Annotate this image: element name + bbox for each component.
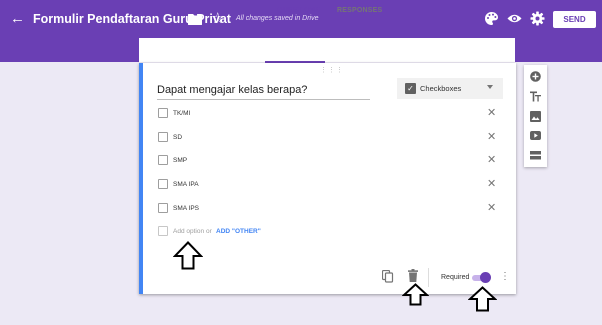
required-label: Required	[441, 274, 470, 281]
option-label-sd[interactable]: SD	[173, 134, 182, 141]
option-checkbox	[158, 155, 168, 165]
drag-handle-icon[interactable]: ⋮⋮⋮	[320, 66, 344, 74]
title-text-icon[interactable]	[530, 91, 541, 102]
option-label-smp[interactable]: SMP	[173, 157, 187, 164]
tabs-bar	[139, 38, 515, 62]
option-checkbox	[158, 108, 168, 118]
arrow-left-icon[interactable]: ←	[10, 11, 26, 27]
option-checkbox	[158, 179, 168, 189]
add-option-link[interactable]: Add option	[173, 228, 204, 235]
star-icon[interactable]: ☆	[211, 9, 224, 27]
folder-icon[interactable]	[188, 13, 202, 25]
option-label-sma-ipa[interactable]: SMA IPA	[173, 181, 199, 188]
required-toggle-thumb[interactable]	[480, 272, 491, 283]
question-type-label: Checkboxes	[420, 84, 462, 93]
option-checkbox	[158, 132, 168, 142]
question-title-input[interactable]: Dapat mengajar kelas berapa?	[157, 84, 370, 100]
arrow-up-icon	[402, 283, 429, 306]
add-option-checkbox	[158, 226, 168, 236]
save-status: All changes saved in Drive	[236, 15, 319, 22]
remove-option-icon[interactable]: ✕	[487, 108, 496, 119]
or-text: or	[206, 228, 212, 235]
remove-option-icon[interactable]: ✕	[487, 155, 496, 166]
eye-icon[interactable]	[507, 11, 522, 26]
image-icon[interactable]	[530, 111, 541, 122]
video-icon[interactable]	[530, 130, 541, 141]
add-question-icon[interactable]	[530, 71, 541, 82]
palette-icon[interactable]	[484, 11, 499, 26]
option-label-tk-mi[interactable]: TK/MI	[173, 110, 190, 117]
arrow-up-icon	[173, 241, 203, 270]
remove-option-icon[interactable]: ✕	[487, 179, 496, 190]
remove-option-icon[interactable]: ✕	[487, 203, 496, 214]
chevron-down-icon	[487, 85, 493, 89]
gear-icon[interactable]	[530, 11, 545, 26]
remove-option-icon[interactable]: ✕	[487, 132, 496, 143]
arrow-up-icon	[468, 286, 497, 312]
section-icon[interactable]	[530, 150, 541, 161]
trash-icon[interactable]	[408, 269, 418, 282]
more-vert-icon[interactable]: ⋮	[500, 271, 510, 283]
checkbox-icon: ✓	[405, 83, 416, 94]
send-button[interactable]: SEND	[553, 11, 596, 28]
tab-responses[interactable]: RESPONSES	[337, 7, 382, 14]
tab-questions[interactable]: QUESTIONS	[277, 7, 320, 14]
option-label-sma-ips[interactable]: SMA IPS	[173, 205, 199, 212]
copy-icon[interactable]	[382, 270, 394, 283]
option-checkbox	[158, 203, 168, 213]
add-other-link[interactable]: ADD "OTHER"	[216, 228, 261, 235]
